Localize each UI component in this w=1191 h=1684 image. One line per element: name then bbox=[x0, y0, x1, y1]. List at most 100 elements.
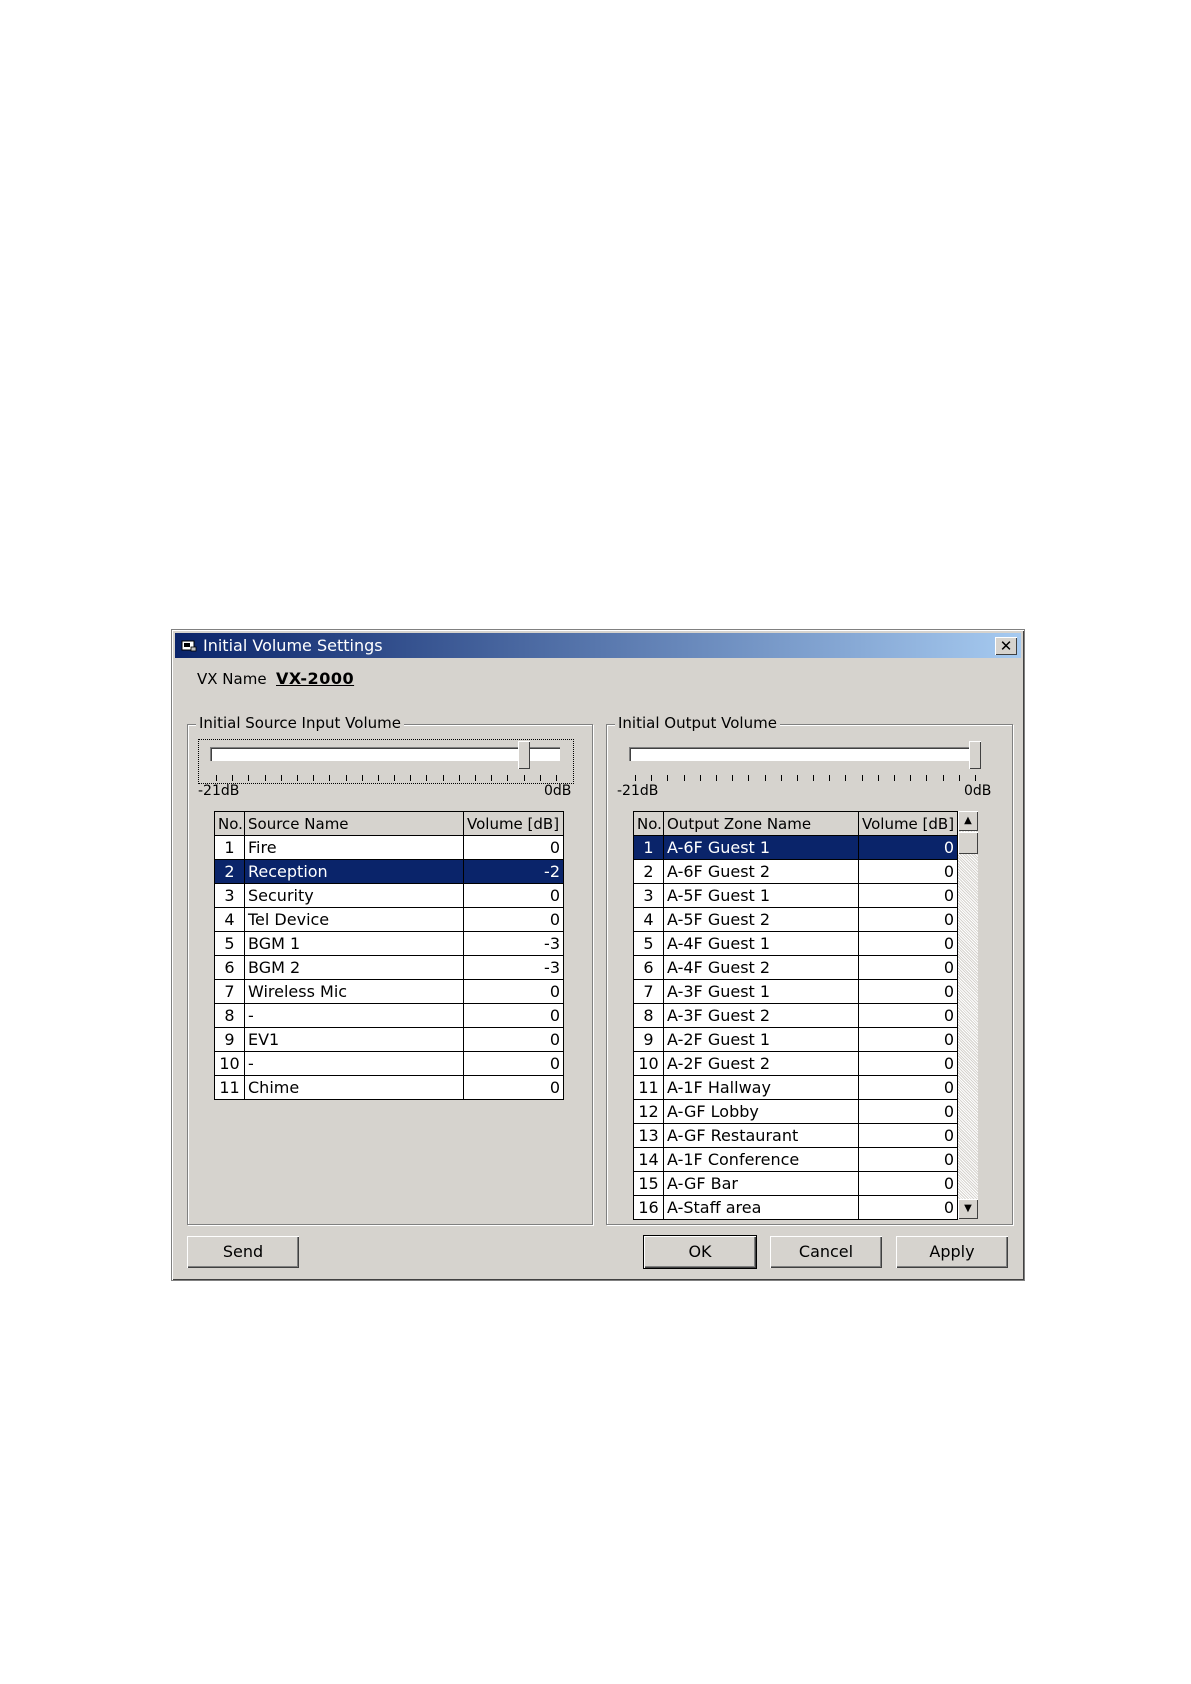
table-row[interactable]: 8 A-3F Guest 20 bbox=[633, 1003, 958, 1028]
table-row[interactable]: 2 Reception -2 bbox=[214, 859, 564, 884]
slider-tick bbox=[556, 775, 557, 781]
row-volume: -3 bbox=[463, 955, 564, 980]
source-group-label: Initial Source Input Volume bbox=[196, 714, 404, 732]
row-volume: 0 bbox=[858, 883, 958, 908]
table-row[interactable]: 7 A-3F Guest 10 bbox=[633, 979, 958, 1004]
row-number: 1 bbox=[214, 835, 245, 860]
slider-tick bbox=[216, 775, 217, 781]
column-header-volume[interactable]: Volume [dB] bbox=[858, 811, 958, 836]
cancel-button[interactable]: Cancel bbox=[770, 1236, 882, 1268]
scrollbar-thumb[interactable] bbox=[958, 832, 978, 854]
column-header-volume[interactable]: Volume [dB] bbox=[463, 811, 564, 836]
slider-tick bbox=[280, 775, 282, 781]
vx-name-value: VX-2000 bbox=[276, 669, 355, 688]
table-row[interactable]: 3 Security 0 bbox=[214, 883, 564, 908]
row-volume: 0 bbox=[858, 859, 958, 884]
row-volume: 0 bbox=[858, 1099, 958, 1124]
row-number: 16 bbox=[633, 1195, 664, 1220]
column-header-source-name[interactable]: Source Name bbox=[244, 811, 464, 836]
table-row[interactable]: 1 Fire 0 bbox=[214, 835, 564, 860]
table-row[interactable]: 9 EV1 0 bbox=[214, 1027, 564, 1052]
table-row[interactable]: 14 A-1F Conference 0 bbox=[633, 1147, 958, 1172]
close-icon[interactable]: ✕ bbox=[995, 637, 1017, 655]
table-row[interactable]: 7 Wireless Mic 0 bbox=[214, 979, 564, 1004]
table-row[interactable]: 3 A-5F Guest 10 bbox=[633, 883, 958, 908]
table-row[interactable]: 13 A-GF Restaurant 0 bbox=[633, 1123, 958, 1148]
table-row[interactable]: 11 A-1F Hallway 0 bbox=[633, 1075, 958, 1100]
table-row[interactable]: 8-0 bbox=[214, 1003, 564, 1028]
slider-tick bbox=[394, 775, 396, 781]
row-volume: 0 bbox=[463, 979, 564, 1004]
slider-tick bbox=[813, 775, 815, 781]
table-row[interactable]: 10-0 bbox=[214, 1051, 564, 1076]
table-row[interactable]: 4 Tel Device 0 bbox=[214, 907, 564, 932]
table-row[interactable]: 15 A-GF Bar 0 bbox=[633, 1171, 958, 1196]
row-name: Security bbox=[244, 883, 464, 908]
row-volume: 0 bbox=[463, 1003, 564, 1028]
source-slider-thumb[interactable] bbox=[517, 741, 530, 769]
row-number: 4 bbox=[633, 907, 664, 932]
row-number: 8 bbox=[214, 1003, 245, 1028]
row-name: A-6F Guest 2 bbox=[663, 859, 859, 884]
output-volume-slider[interactable] bbox=[629, 747, 979, 761]
slider-tick bbox=[458, 775, 460, 781]
table-row[interactable]: 16 A-Staff area 0 bbox=[633, 1195, 958, 1220]
title-bar[interactable]: Initial Volume Settings ✕ bbox=[175, 633, 1021, 658]
slider-tick bbox=[232, 775, 234, 781]
slider-tick bbox=[764, 775, 766, 781]
send-button[interactable]: Send bbox=[187, 1236, 299, 1268]
source-slider-ticks bbox=[216, 775, 557, 781]
output-table-scrollbar[interactable]: ▲ ▼ bbox=[958, 811, 978, 1219]
row-name: A-4F Guest 1 bbox=[663, 931, 859, 956]
row-name: Wireless Mic bbox=[244, 979, 464, 1004]
slider-tick bbox=[523, 775, 525, 781]
table-row[interactable]: 10 A-2F Guest 20 bbox=[633, 1051, 958, 1076]
slider-tick bbox=[780, 775, 782, 781]
row-name: A-1F Conference bbox=[663, 1147, 859, 1172]
row-volume: -2 bbox=[463, 859, 564, 884]
row-volume: 0 bbox=[463, 1075, 564, 1100]
row-name: A-GF Restaurant bbox=[663, 1123, 859, 1148]
row-volume: 0 bbox=[858, 1123, 958, 1148]
column-header-no[interactable]: No. bbox=[214, 811, 245, 836]
ok-button[interactable]: OK bbox=[643, 1235, 757, 1269]
source-table[interactable]: No. Source Name Volume [dB] 1 Fire 0 2 Recep… bbox=[214, 811, 564, 1100]
slider-tick bbox=[683, 775, 685, 781]
row-number: 5 bbox=[214, 931, 245, 956]
table-row[interactable]: 5 BGM 1 -3 bbox=[214, 931, 564, 956]
row-volume: 0 bbox=[858, 979, 958, 1004]
column-header-output-zone-name[interactable]: Output Zone Name bbox=[663, 811, 859, 836]
slider-tick bbox=[877, 775, 879, 781]
table-row[interactable]: 12 A-GF Lobby 0 bbox=[633, 1099, 958, 1124]
source-volume-slider[interactable] bbox=[210, 747, 560, 761]
row-volume: 0 bbox=[858, 907, 958, 932]
initial-volume-settings-dialog: Initial Volume Settings ✕ VX Name VX-200… bbox=[171, 629, 1025, 1281]
table-row[interactable]: 9 A-2F Guest 10 bbox=[633, 1027, 958, 1052]
row-number: 1 bbox=[633, 835, 664, 860]
slider-tick bbox=[491, 775, 493, 781]
row-volume: 0 bbox=[463, 907, 564, 932]
row-number: 5 bbox=[633, 931, 664, 956]
table-row[interactable]: 6 A-4F Guest 20 bbox=[633, 955, 958, 980]
row-number: 13 bbox=[633, 1123, 664, 1148]
slider-tick bbox=[715, 775, 717, 781]
row-number: 9 bbox=[214, 1027, 245, 1052]
output-slider-thumb[interactable] bbox=[969, 741, 981, 769]
column-header-no[interactable]: No. bbox=[633, 811, 664, 836]
source-min-label: -21dB bbox=[198, 783, 240, 799]
table-row[interactable]: 11 Chime 0 bbox=[214, 1075, 564, 1100]
row-volume: 0 bbox=[858, 931, 958, 956]
table-row[interactable]: 5 A-4F Guest 10 bbox=[633, 931, 958, 956]
row-name: A-GF Lobby bbox=[663, 1099, 859, 1124]
apply-button[interactable]: Apply bbox=[896, 1236, 1008, 1268]
row-number: 2 bbox=[214, 859, 245, 884]
row-number: 9 bbox=[633, 1027, 664, 1052]
table-row[interactable]: 6 BGM 2 -3 bbox=[214, 955, 564, 980]
scroll-up-icon[interactable]: ▲ bbox=[958, 811, 978, 831]
output-table[interactable]: No. Output Zone Name Volume [dB] 1 A-6F G… bbox=[633, 811, 958, 1220]
table-row[interactable]: 2 A-6F Guest 20 bbox=[633, 859, 958, 884]
table-row[interactable]: 4 A-5F Guest 20 bbox=[633, 907, 958, 932]
scroll-down-icon[interactable]: ▼ bbox=[958, 1199, 978, 1219]
slider-tick bbox=[410, 775, 412, 781]
table-row[interactable]: 1 A-6F Guest 10 bbox=[633, 835, 958, 860]
